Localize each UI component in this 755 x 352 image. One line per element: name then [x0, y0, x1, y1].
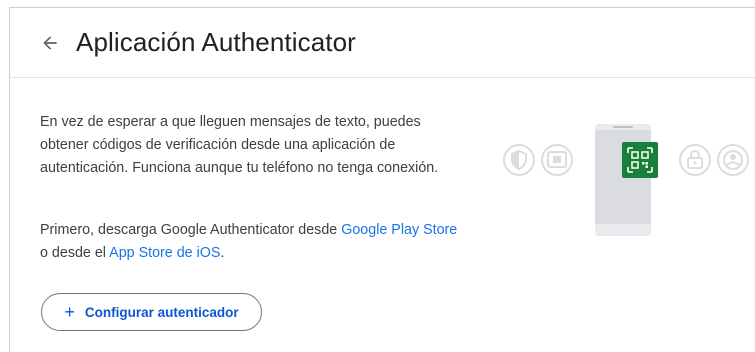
description-text: En vez de esperar a que lleguen mensajes… — [40, 114, 439, 176]
qr-code-icon — [622, 142, 658, 178]
back-arrow-icon[interactable] — [40, 33, 60, 53]
page-title: Aplicación Authenticator — [76, 27, 356, 57]
download-prefix: Primero, descarga Google Authenticator d… — [40, 222, 342, 238]
google-play-link[interactable]: Google Play Store — [341, 222, 457, 238]
plus-icon: + — [64, 302, 75, 322]
setup-authenticator-button[interactable]: + Configurar autenticador — [41, 293, 262, 331]
phone-illustration — [595, 124, 651, 236]
download-suffix: . — [220, 245, 225, 261]
account-icon — [717, 144, 749, 176]
page-header: Aplicación Authenticator — [10, 8, 755, 78]
setup-button-label: Configurar autenticador — [84, 304, 239, 320]
authenticator-panel: Aplicación Authenticator En vez de esper… — [9, 7, 755, 352]
authenticator-illustration — [503, 124, 749, 236]
app-store-link[interactable]: App Store de iOS — [109, 245, 220, 261]
lock-icon — [679, 144, 711, 176]
download-middle: o desde el — [40, 245, 110, 261]
download-instructions: Primero, descarga Google Authenticator d… — [40, 219, 460, 265]
shield-icon — [503, 144, 535, 176]
main-content: En vez de esperar a que lleguen mensajes… — [10, 78, 755, 352]
camera-icon — [541, 144, 573, 176]
